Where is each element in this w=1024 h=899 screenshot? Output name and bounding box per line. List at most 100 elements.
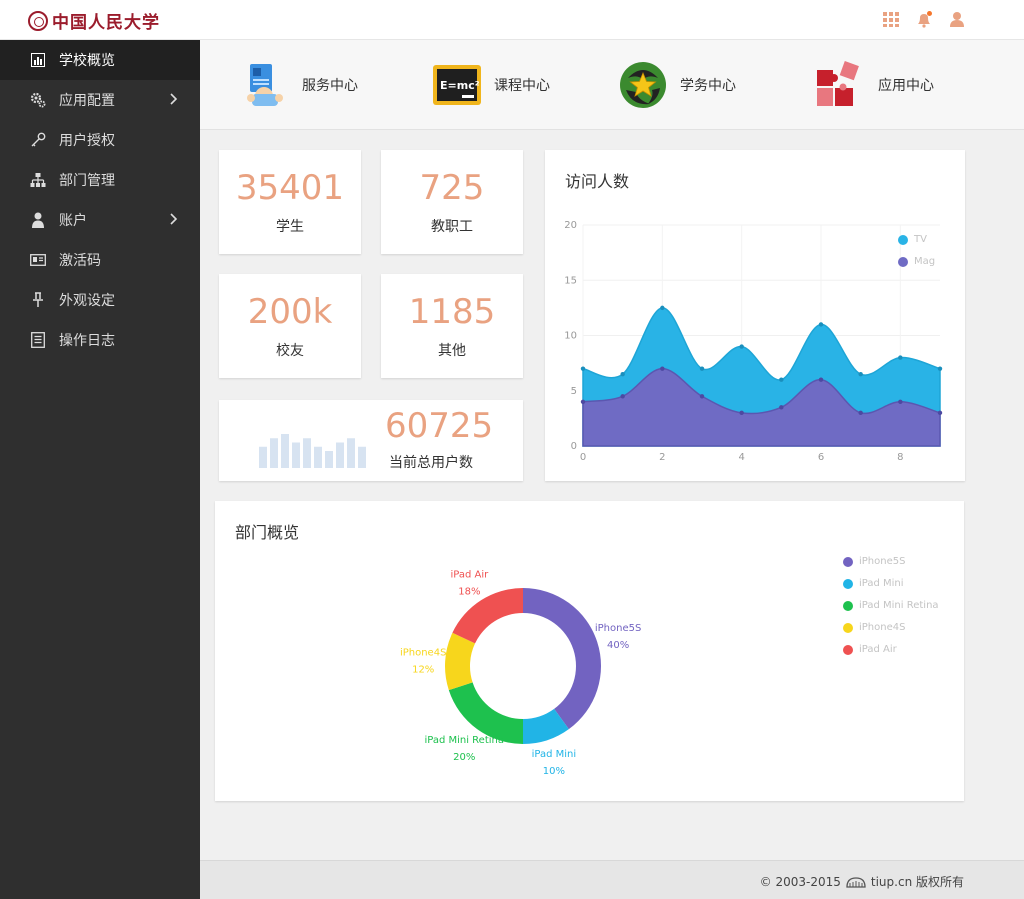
chevron-right-icon	[170, 93, 178, 109]
data-point-tv[interactable]	[858, 371, 863, 377]
sidebar-item-label: 用户授权	[59, 133, 115, 149]
legend-label: TV	[914, 234, 927, 245]
legend-label: iPad Air	[859, 644, 897, 655]
shortcut-app-center[interactable]: 应用中心	[812, 60, 934, 110]
y-tick-label: 5	[571, 386, 577, 397]
legend-dot	[898, 234, 908, 245]
sidebar-item-label: 外观设定	[59, 293, 115, 309]
total-users-card[interactable]: 60725 当前总用户数	[219, 400, 523, 481]
legend-item[interactable]: iPad Mini	[843, 578, 904, 589]
spark-bar	[292, 442, 300, 468]
data-point-mag[interactable]	[779, 405, 784, 410]
data-point-tv[interactable]	[580, 366, 586, 371]
data-point-tv[interactable]	[660, 305, 665, 311]
data-point-mag[interactable]	[898, 399, 903, 404]
department-overview-card: 部门概览 iPhone5S 40% iPad Mini 10% iPad Mini Re…	[215, 501, 964, 801]
stat-card-students[interactable]: 35401 学生	[219, 150, 361, 254]
slice-percent-label: 12%	[412, 665, 434, 676]
data-point-mag[interactable]	[699, 394, 705, 399]
data-point-tv[interactable]	[818, 322, 824, 327]
slice-name-label: iPhone4S	[400, 648, 446, 659]
spark-bar	[259, 446, 267, 468]
sidebar-item-operation-log[interactable]: 操作日志	[0, 320, 200, 360]
slice-percent-label: 10%	[543, 766, 565, 777]
data-point-mag[interactable]	[660, 366, 665, 371]
stat-value: 200k	[247, 292, 333, 332]
y-tick-label: 0	[571, 441, 577, 452]
blackboard-icon-text: E=mc²	[440, 79, 480, 92]
sidebar-item-activation-code[interactable]: 激活码	[0, 240, 200, 280]
total-users-value: 60725	[385, 406, 494, 446]
legend-item[interactable]: iPhone4S	[843, 622, 905, 633]
grid-icon[interactable]	[882, 10, 900, 28]
donut-slice[interactable]	[523, 588, 602, 730]
stat-value: 35401	[235, 168, 345, 208]
y-tick-label: 10	[564, 331, 577, 342]
bar-chart-icon	[29, 51, 47, 69]
sitemap-icon	[29, 171, 47, 189]
data-point-mag[interactable]	[580, 399, 586, 404]
service-icon	[247, 64, 283, 106]
data-point-mag[interactable]	[937, 410, 943, 416]
footer: © 2003-2015 tiup.cn 版权所有	[200, 860, 1024, 899]
sidebar-item-user-auth[interactable]: 用户授权	[0, 120, 200, 160]
university-seal-icon	[28, 10, 48, 31]
legend-item-tv[interactable]: TV	[898, 234, 927, 245]
slice-name-label: iPhone5S	[595, 623, 641, 634]
data-point-mag[interactable]	[620, 394, 625, 399]
y-tick-label: 20	[564, 220, 577, 231]
sidebar-item-app-config[interactable]: 应用配置	[0, 80, 200, 120]
x-tick-label: 4	[738, 452, 744, 463]
stat-value: 1185	[408, 292, 496, 332]
legend-label: iPhone5S	[859, 556, 906, 567]
sidebar-item-overview[interactable]: 学校概览	[0, 40, 200, 80]
spark-bar	[336, 442, 344, 468]
pin-icon	[29, 291, 47, 309]
document-icon	[29, 331, 47, 349]
legend-item[interactable]: iPhone5S	[843, 556, 905, 567]
legend-item[interactable]: iPad Air	[843, 644, 897, 655]
data-point-mag[interactable]	[818, 377, 824, 382]
sidebar-item-dept-mgmt[interactable]: 部门管理	[0, 160, 200, 200]
legend-dot	[843, 644, 853, 655]
top-bar: 中国人民大学	[0, 0, 1024, 40]
stat-value: 725	[419, 168, 485, 208]
slice-percent-label: 40%	[607, 640, 629, 651]
bell-icon[interactable]	[915, 10, 933, 28]
stat-card-staff[interactable]: 725 教职工	[381, 150, 523, 254]
data-point-tv[interactable]	[779, 377, 784, 382]
spark-bar	[270, 438, 278, 468]
shortcut-course-center[interactable]: E=mc² 课程中心	[432, 60, 550, 110]
chevron-right-icon	[170, 213, 178, 229]
data-point-tv[interactable]	[620, 371, 625, 377]
stat-label: 其他	[438, 343, 466, 359]
data-point-mag[interactable]	[739, 410, 744, 416]
shortcut-service-center[interactable]: 服务中心	[240, 60, 358, 110]
sidebar-item-appearance[interactable]: 外观设定	[0, 280, 200, 320]
spark-bar	[347, 438, 355, 468]
data-point-tv[interactable]	[739, 344, 744, 349]
shortcut-academic-center[interactable]: 学务中心	[618, 60, 736, 110]
x-tick-label: 0	[580, 452, 586, 463]
slice-name-label: iPad Air	[451, 570, 490, 581]
stat-card-alumni[interactable]: 200k 校友	[219, 274, 361, 378]
legend-dot	[843, 578, 853, 589]
stat-card-other[interactable]: 1185 其他	[381, 274, 523, 378]
legend-dot	[843, 600, 853, 611]
stat-label: 校友	[276, 343, 304, 359]
donut-slice[interactable]	[445, 632, 476, 691]
visits-chart-card: 访问人数 0 5 10 15 20 0 2 4 6 8 TV Mag	[545, 150, 965, 481]
x-tick-label: 8	[897, 452, 903, 463]
sidebar: 学校概览 应用配置 用户授权 部门管理 账户 激活码 外观设定 操作日志	[0, 40, 200, 899]
legend-item-mag[interactable]: Mag	[898, 256, 935, 267]
sidebar-item-account[interactable]: 账户	[0, 200, 200, 240]
user-icon[interactable]	[948, 10, 966, 28]
legend-item[interactable]: iPad Mini Retina	[843, 600, 939, 611]
brand-logo[interactable]: 中国人民大学	[28, 8, 160, 33]
data-point-tv[interactable]	[898, 355, 903, 360]
legend-dot	[898, 256, 908, 267]
data-point-mag[interactable]	[858, 410, 863, 416]
data-point-tv[interactable]	[699, 366, 705, 371]
data-point-tv[interactable]	[937, 366, 943, 371]
legend-dot	[843, 556, 853, 567]
